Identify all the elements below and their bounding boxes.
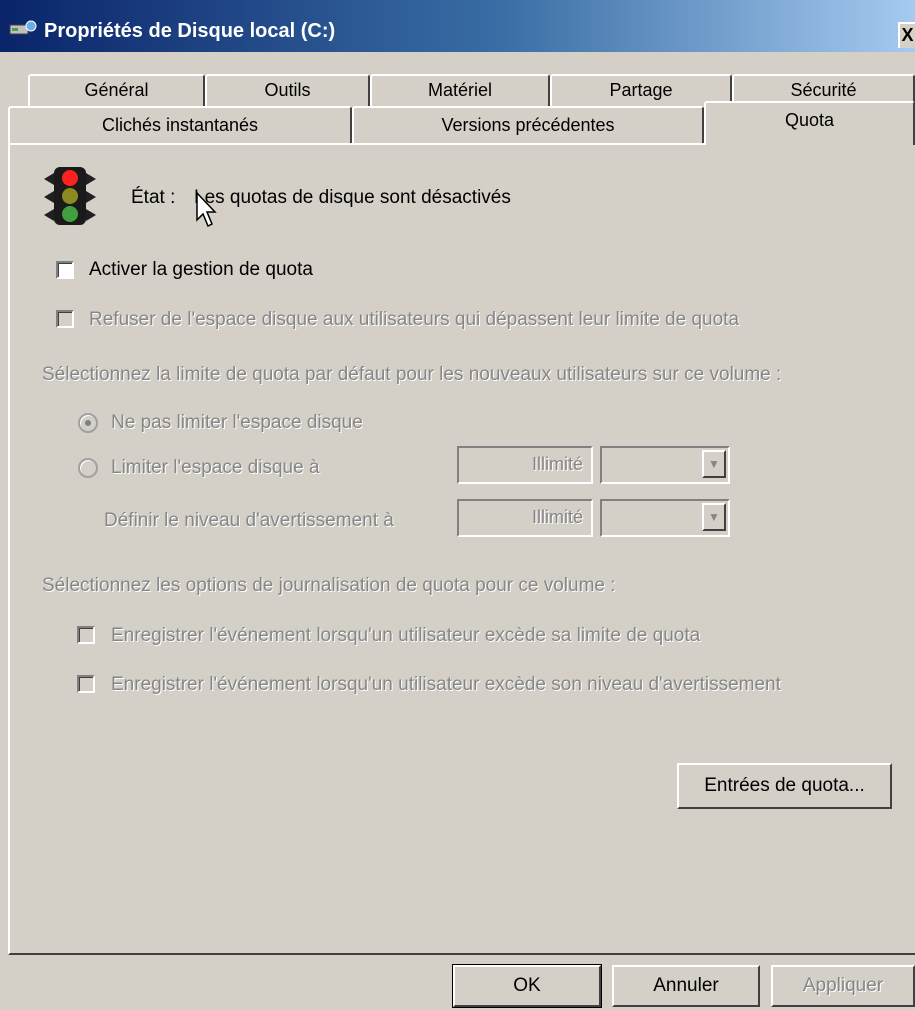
warning-value-field[interactable]: Illimité	[457, 499, 593, 537]
logging-heading: Sélectionnez les options de journalisati…	[42, 575, 616, 596]
status-text: Les quotas de disque sont désactivés	[194, 187, 511, 208]
close-button[interactable]: X	[898, 22, 915, 48]
title-bar: Propriétés de Disque local (C:) X	[0, 0, 915, 52]
mouse-cursor-icon	[196, 192, 217, 228]
enable-quota-label[interactable]: Activer la gestion de quota	[89, 259, 313, 281]
chevron-down-icon[interactable]: ▼	[702, 450, 726, 478]
tab-general[interactable]: Général	[28, 74, 205, 106]
limit-unit-select[interactable]: ▼	[600, 446, 730, 484]
enable-quota-checkbox[interactable]	[56, 261, 74, 279]
log-limit-checkbox[interactable]	[77, 626, 95, 644]
ok-button[interactable]: OK	[452, 964, 602, 1008]
cancel-button[interactable]: Annuler	[612, 965, 760, 1007]
quota-entries-button[interactable]: Entrées de quota...	[677, 763, 892, 809]
log-warning-label[interactable]: Enregistrer l'événement lorsqu'un utilis…	[111, 674, 781, 696]
tab-cliches-instantanes[interactable]: Clichés instantanés	[8, 106, 352, 143]
limit-value-field[interactable]: Illimité	[457, 446, 593, 484]
status-label: État :	[131, 187, 176, 208]
deny-space-label[interactable]: Refuser de l'espace disque aux utilisate…	[89, 309, 739, 331]
deny-space-checkbox[interactable]	[56, 310, 74, 328]
default-limit-heading: Sélectionnez la limite de quota par défa…	[42, 364, 782, 385]
limit-radio[interactable]	[78, 458, 98, 478]
warning-unit-select[interactable]: ▼	[600, 499, 730, 537]
traffic-light-icon	[44, 167, 96, 225]
no-limit-radio[interactable]	[78, 413, 98, 433]
apply-button[interactable]: Appliquer	[771, 965, 915, 1007]
window-title: Propriétés de Disque local (C:)	[44, 20, 336, 42]
log-warning-checkbox[interactable]	[77, 675, 95, 693]
chevron-down-icon[interactable]: ▼	[702, 503, 726, 531]
radio-selected-dot	[85, 420, 91, 426]
limit-label[interactable]: Limiter l'espace disque à	[111, 457, 320, 479]
tab-materiel[interactable]: Matériel	[370, 74, 550, 106]
warning-label: Définir le niveau d'avertissement à	[104, 510, 394, 531]
log-limit-label[interactable]: Enregistrer l'événement lorsqu'un utilis…	[111, 625, 700, 647]
tab-quota[interactable]: Quota	[704, 101, 915, 145]
tab-versions-precedentes[interactable]: Versions précédentes	[352, 106, 704, 143]
drive-properties-icon	[9, 20, 37, 35]
tab-outils[interactable]: Outils	[205, 74, 370, 106]
no-limit-label[interactable]: Ne pas limiter l'espace disque	[111, 412, 363, 434]
